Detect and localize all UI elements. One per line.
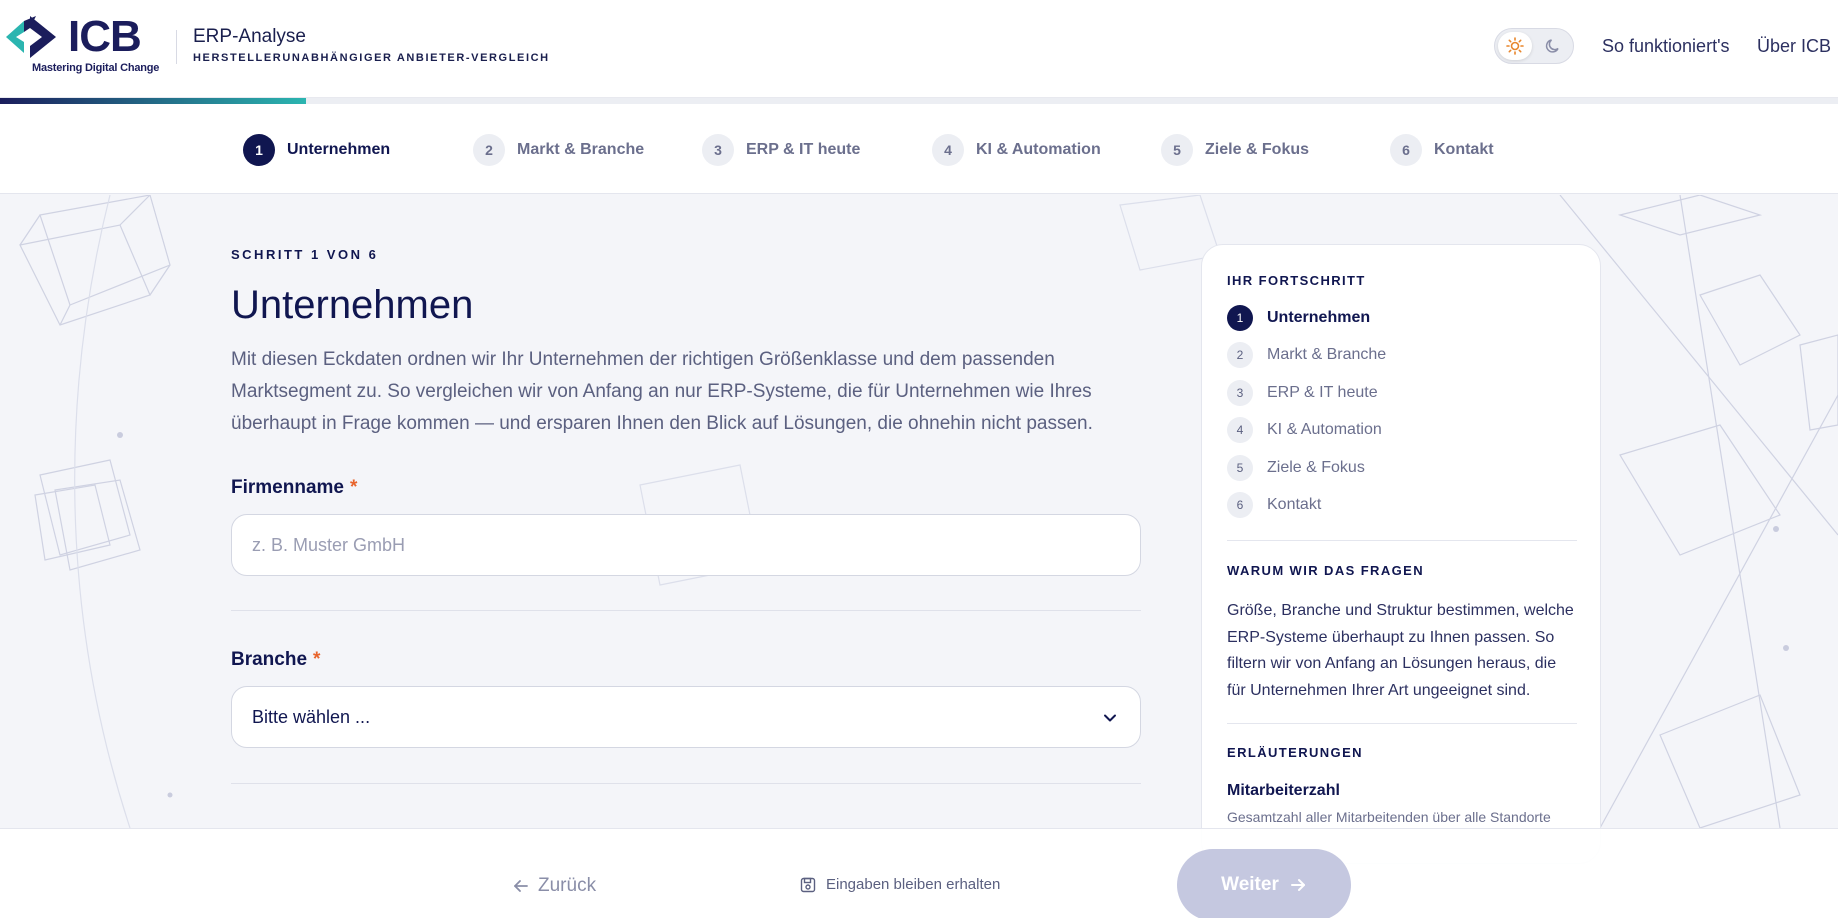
sidebar-step-erp-it-heute[interactable]: 3 ERP & IT heute: [1227, 380, 1378, 406]
intro-text: Mit diesen Eckdaten ordnen wir Ihr Unter…: [231, 349, 1093, 434]
step-label: KI & Automation: [976, 141, 1101, 158]
arrow-left-icon: [514, 880, 528, 892]
sidebar-step-label: Markt & Branche: [1267, 346, 1387, 363]
form-footer: Zurück Eingaben bleiben erhalten Weiter: [0, 828, 1838, 918]
chevron-down-icon: [1104, 714, 1116, 722]
explain-heading: ERLÄUTERUNGEN: [1227, 745, 1363, 760]
next-button[interactable]: Weiter: [1177, 849, 1351, 918]
sun-icon: [1506, 37, 1524, 55]
industry-label-text: Branche: [231, 649, 308, 670]
dark-mode-button[interactable]: [1536, 32, 1570, 60]
step-1-unternehmen[interactable]: 1 Unternehmen: [243, 134, 390, 166]
step-navigation: 1 Unternehmen 2 Markt & Branche 3 ERP & …: [0, 104, 1838, 194]
theme-toggle[interactable]: [1494, 28, 1574, 64]
sidebar-step-number: 1: [1227, 305, 1253, 331]
step-label: ERP & IT heute: [746, 141, 861, 158]
logo-tagline: Mastering Digital Change: [32, 62, 160, 74]
sidebar-step-label: KI & Automation: [1267, 421, 1382, 438]
why-text: Größe, Branche und Struktur bestimmen, w…: [1227, 602, 1574, 699]
sidebar-divider: [1227, 723, 1577, 724]
industry-label: Branche *: [231, 649, 320, 671]
step-number: 1: [243, 134, 275, 166]
step-label: Kontakt: [1434, 141, 1494, 158]
icb-logo-mark-icon: [6, 16, 56, 58]
next-button-label: Weiter: [1221, 874, 1279, 895]
app-subtitle: HERSTELLERUNABHÄNGIGER ANBIETER-VERGLEIC…: [193, 52, 550, 64]
app-header: ICB Mastering Digital Change ERP-Analyse…: [0, 0, 1838, 98]
step-2-markt-branche[interactable]: 2 Markt & Branche: [473, 134, 644, 166]
sidebar-step-label: Ziele & Fokus: [1267, 459, 1365, 476]
moon-icon: [1545, 39, 1559, 53]
required-mark: *: [349, 477, 358, 498]
nav-how-it-works[interactable]: So funktioniert's: [1602, 36, 1730, 57]
sidebar-step-number: 2: [1227, 342, 1253, 368]
company-name-input[interactable]: [231, 514, 1141, 576]
field-divider: [231, 610, 1141, 611]
save-icon: [800, 877, 816, 892]
step-number: 3: [702, 134, 734, 166]
step-number: 6: [1390, 134, 1422, 166]
industry-select-value: Bitte wählen ...: [252, 706, 371, 727]
sidebar-step-ki-automation[interactable]: 4 KI & Automation: [1227, 417, 1382, 443]
step-5-ziele-fokus[interactable]: 5 Ziele & Fokus: [1161, 134, 1309, 166]
page-title: Unternehmen: [231, 283, 474, 327]
sidebar-step-label: Unternehmen: [1267, 309, 1371, 326]
step-label: Markt & Branche: [517, 141, 645, 158]
icb-logo[interactable]: ICB Mastering Digital Change: [6, 12, 166, 76]
sidebar-step-number: 5: [1227, 455, 1253, 481]
step-number: 5: [1161, 134, 1193, 166]
light-mode-button[interactable]: [1498, 32, 1532, 60]
step-label: Ziele & Fokus: [1205, 141, 1310, 158]
step-counter: SCHRITT 1 VON 6: [231, 247, 379, 262]
nav-about-icb[interactable]: Über ICB: [1757, 36, 1831, 57]
sidebar-step-unternehmen[interactable]: 1 Unternehmen: [1227, 305, 1370, 331]
explain-description: Gesamtzahl aller Mitarbeitenden über all…: [1227, 809, 1551, 825]
step-number: 4: [932, 134, 964, 166]
step-4-ki-automation[interactable]: 4 KI & Automation: [932, 134, 1101, 166]
field-divider: [231, 783, 1141, 784]
sidebar-divider: [1227, 540, 1577, 541]
step-3-erp-it-heute[interactable]: 3 ERP & IT heute: [702, 134, 860, 166]
autosave-note-text: Eingaben bleiben erhalten: [826, 876, 1001, 893]
autosave-note: Eingaben bleiben erhalten: [800, 876, 1000, 893]
sidebar-step-kontakt[interactable]: 6 Kontakt: [1227, 492, 1321, 518]
sidebar-step-markt-branche[interactable]: 2 Markt & Branche: [1227, 342, 1386, 368]
sidebar-step-label: ERP & IT heute: [1267, 384, 1378, 401]
progress-heading: IHR FORTSCHRITT: [1227, 273, 1366, 288]
sidebar-step-number: 4: [1227, 417, 1253, 443]
back-button-label: Zurück: [538, 875, 597, 896]
why-heading: WARUM WIR DAS FRAGEN: [1227, 563, 1424, 578]
explain-term: Mitarbeiterzahl: [1227, 782, 1340, 799]
company-name-label: Firmenname *: [231, 477, 357, 499]
sidebar-step-ziele-fokus[interactable]: 5 Ziele & Fokus: [1227, 455, 1365, 481]
sidebar-step-number: 3: [1227, 380, 1253, 406]
step-number: 2: [473, 134, 505, 166]
step-6-kontakt[interactable]: 6 Kontakt: [1390, 134, 1494, 166]
app-title: ERP-Analyse: [193, 26, 306, 47]
required-mark: *: [313, 649, 321, 670]
arrow-right-icon: [1290, 879, 1305, 891]
sidebar-step-number: 6: [1227, 492, 1253, 518]
step-label: Unternehmen: [287, 141, 391, 158]
company-name-label-text: Firmenname: [231, 477, 344, 498]
progress-sidebar: IHR FORTSCHRITT 1 Unternehmen 2 Markt & …: [1201, 244, 1601, 864]
sidebar-step-label: Kontakt: [1267, 496, 1322, 513]
header-divider: [176, 30, 177, 64]
back-button[interactable]: Zurück: [512, 875, 596, 897]
logo-text: ICB: [68, 12, 142, 61]
industry-select[interactable]: Bitte wählen ...: [231, 686, 1141, 748]
